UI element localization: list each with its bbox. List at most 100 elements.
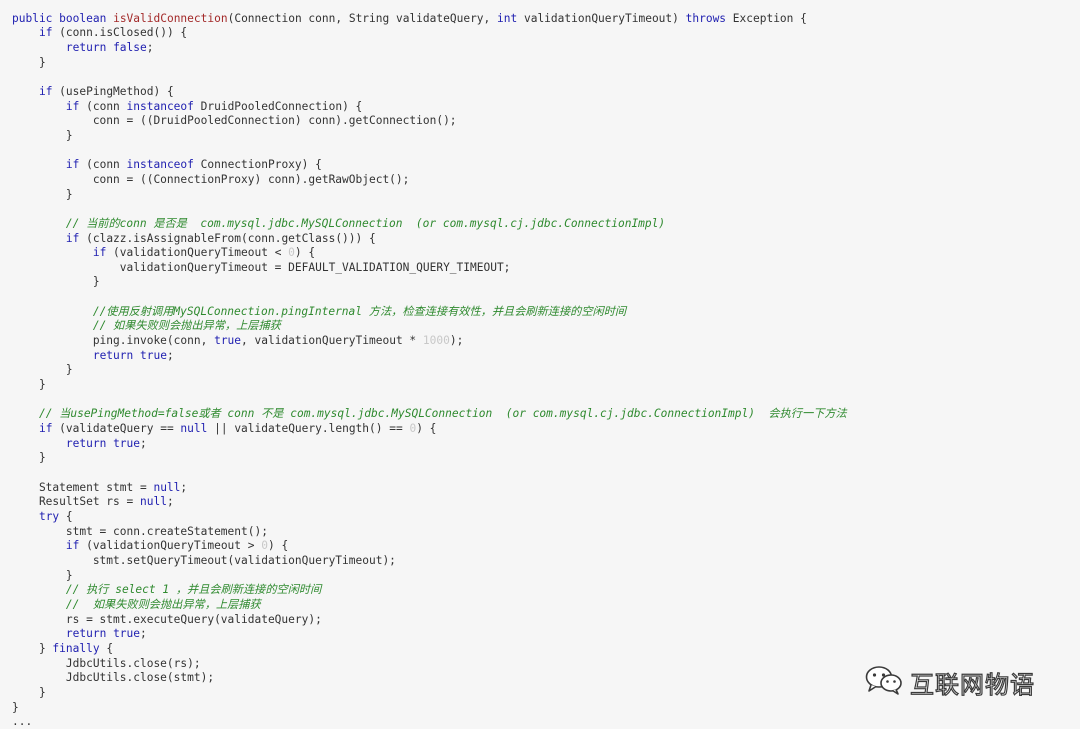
code-line: try { <box>12 510 847 525</box>
code-comment: // 当前的conn 是否是 com.mysql.jdbc.MySQLConne… <box>65 216 666 230</box>
code-line: //使用反射调用MySQLConnection.pingInternal 方法，… <box>12 305 847 320</box>
code-line: } <box>12 686 847 701</box>
wechat-icon <box>864 664 904 701</box>
code-comment: //使用反射调用MySQLConnection.pingInternal 方法，… <box>92 304 627 318</box>
code-keyword: true <box>113 436 141 450</box>
code-keyword: if <box>65 231 80 245</box>
code-text: ; <box>140 627 147 641</box>
code-text: } <box>12 700 19 714</box>
code-text: JdbcUtils.close(rs); <box>12 656 201 670</box>
code-text: { <box>59 509 73 523</box>
code-text: (conn <box>79 158 127 172</box>
code-line: } finally { <box>12 642 847 657</box>
code-comment: // 如果失败则会抛出异常，上层捕获 <box>92 319 281 333</box>
code-text: || validateQuery.length() == <box>207 422 410 436</box>
code-line: return true; <box>12 349 847 364</box>
code-text: ping.invoke(conn, <box>12 334 215 348</box>
code-line: stmt.setQueryTimeout(validationQueryTime… <box>12 554 847 569</box>
code-line: conn = ((ConnectionProxy) conn).getRawOb… <box>12 173 847 188</box>
code-line: JdbcUtils.close(stmt); <box>12 671 847 686</box>
code-viewer: public boolean isValidConnection(Connect… <box>0 0 1080 729</box>
code-line: stmt = conn.createStatement(); <box>12 525 847 540</box>
code-text: ) { <box>294 246 316 260</box>
code-line: rs = stmt.executeQuery(validateQuery); <box>12 613 847 628</box>
code-text: Exception { <box>726 11 807 25</box>
code-text: (conn <box>79 99 127 113</box>
code-line: // 当前的conn 是否是 com.mysql.jdbc.MySQLConne… <box>12 217 847 232</box>
code-keyword: return <box>92 348 134 362</box>
code-keyword: if <box>65 539 80 553</box>
code-text: validationQueryTimeout = DEFAULT_VALIDAT… <box>12 260 511 274</box>
code-keyword: return <box>65 627 107 641</box>
code-line: } <box>12 363 847 378</box>
code-text: , validationQueryTimeout * <box>241 334 423 348</box>
code-text: } <box>12 685 46 699</box>
code-keyword: true <box>214 334 242 348</box>
code-text: ; <box>166 348 174 362</box>
code-text: stmt.setQueryTimeout(validationQueryTime… <box>12 553 396 567</box>
code-keyword: null <box>153 480 181 494</box>
code-number: 0 <box>288 246 295 260</box>
code-keyword: if <box>65 99 80 113</box>
code-keyword: public <box>12 11 53 25</box>
code-line: Statement stmt = null; <box>12 481 847 496</box>
code-number: 0 <box>261 539 268 553</box>
code-line: conn = ((DruidPooledConnection) conn).ge… <box>12 114 847 129</box>
code-function-name: isValidConnection <box>113 11 228 25</box>
code-text: stmt = conn.createStatement(); <box>12 524 268 538</box>
code-line: validationQueryTimeout = DEFAULT_VALIDAT… <box>12 261 847 276</box>
code-text: ; <box>146 40 154 54</box>
code-line: if (clazz.isAssignableFrom(conn.getClass… <box>12 232 847 247</box>
code-line: } <box>12 701 847 716</box>
code-text: conn = ((DruidPooledConnection) conn).ge… <box>12 114 457 128</box>
code-text: { <box>99 641 114 655</box>
code-comment: // 当usePingMethod=false或者 conn 不是 com.my… <box>38 407 847 421</box>
code-text: ) { <box>267 539 289 553</box>
code-keyword: finally <box>52 641 100 655</box>
code-line: if (usePingMethod) { <box>12 85 847 100</box>
code-text: } <box>12 641 53 655</box>
code-text: } <box>12 568 73 582</box>
code-text: (validationQueryTimeout > <box>79 539 262 553</box>
code-keyword: instanceof <box>126 99 194 113</box>
code-text: ; <box>166 495 174 509</box>
code-line: // 如果失败则会抛出异常，上层捕获 <box>12 598 847 613</box>
code-text: ConnectionProxy) { <box>193 158 322 172</box>
code-keyword: true <box>140 348 167 362</box>
code-keyword: true <box>113 627 141 641</box>
code-line: } <box>12 56 847 71</box>
code-text: ; <box>140 436 147 450</box>
code-keyword: throws <box>685 11 727 25</box>
code-number: 1000 <box>422 334 450 348</box>
code-line: if (validateQuery == null || validateQue… <box>12 422 847 437</box>
code-text: DruidPooledConnection) { <box>193 99 363 113</box>
code-line: // 执行 select 1 ，并且会刷新连接的空闲时间 <box>12 583 847 598</box>
code-text: JdbcUtils.close(stmt); <box>12 671 215 685</box>
code-line: } <box>12 188 847 203</box>
code-line: } <box>12 451 847 466</box>
code-keyword: null <box>180 422 208 436</box>
code-line: if (validationQueryTimeout > 0) { <box>12 539 847 554</box>
code-text: Statement stmt = <box>12 480 154 494</box>
code-text: (Connection conn, String validateQuery, <box>227 11 498 25</box>
code-line: public boolean isValidConnection(Connect… <box>12 12 847 27</box>
code-comment: // 如果失败则会抛出异常，上层捕获 <box>65 597 261 611</box>
code-keyword: if <box>38 422 53 436</box>
code-keyword: if <box>65 158 80 172</box>
code-keyword: false <box>113 40 147 54</box>
code-line: } <box>12 129 847 144</box>
